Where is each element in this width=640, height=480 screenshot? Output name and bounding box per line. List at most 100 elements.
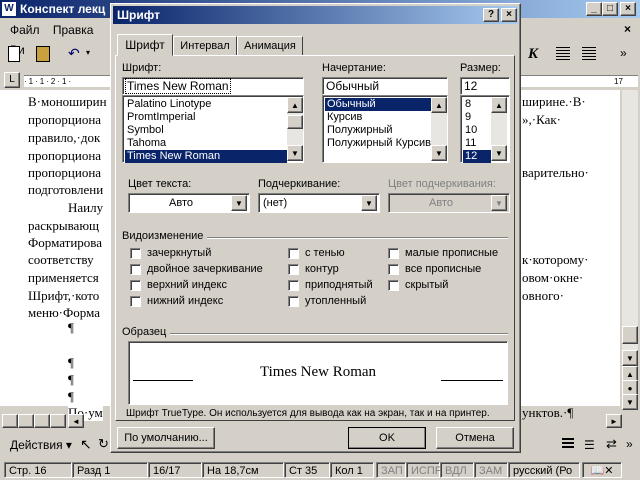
align-center-icon[interactable]	[582, 47, 596, 61]
style-list-scroll-down[interactable]: ▼	[431, 145, 447, 161]
style-list-scrollbar[interactable]: ▲ ▼	[431, 97, 447, 161]
paragraph-mark: ¶	[68, 355, 74, 370]
checkbox-shadow[interactable]	[288, 247, 299, 259]
rotate-icon[interactable]: ↻	[98, 436, 109, 452]
scroll-thumb[interactable]	[622, 326, 638, 344]
dash-style-icon[interactable]: ☰	[584, 438, 595, 452]
checkbox-emboss[interactable]	[288, 279, 299, 291]
font-name-input[interactable]: Times New Roman	[122, 77, 304, 95]
checkbox-superscript[interactable]	[130, 279, 141, 291]
tab-animation[interactable]: Анимация	[237, 36, 303, 56]
size-list-item-selected[interactable]: 12	[463, 150, 491, 163]
default-button[interactable]: По умолчанию...	[117, 427, 215, 449]
style-list-scroll-up[interactable]: ▲	[431, 97, 447, 113]
checkbox-hidden[interactable]	[388, 279, 399, 291]
effect-emboss[interactable]: приподнятый	[288, 279, 373, 291]
font-list-item[interactable]: Palatino Linotype	[125, 98, 303, 111]
status-extend[interactable]: ВДЛ	[440, 462, 474, 478]
style-list[interactable]: Обычный Курсив Полужирный Полужирный Кур…	[322, 95, 448, 163]
font-list-item-selected[interactable]: Times New Roman	[125, 150, 287, 163]
font-list-item[interactable]: Symbol	[125, 124, 303, 137]
scroll-left-button[interactable]: ◄	[68, 414, 84, 428]
help-button[interactable]: ?	[483, 8, 499, 22]
undo-icon[interactable]: ↶	[68, 45, 80, 62]
tab-font[interactable]: Шрифт	[117, 34, 173, 56]
checkbox-outline[interactable]	[288, 263, 299, 275]
spelling-status-icon[interactable]: 📖✕	[582, 462, 622, 478]
size-list-scroll-down[interactable]: ▼	[491, 145, 507, 161]
checkbox-subscript[interactable]	[130, 295, 141, 307]
font-list-item[interactable]: Tahoma	[125, 137, 303, 150]
effect-engrave[interactable]: утопленный	[288, 295, 366, 307]
toolbar-more-icon[interactable]: »	[620, 46, 627, 60]
normal-view-icon[interactable]	[2, 414, 18, 428]
next-page-button[interactable]: ▼	[622, 394, 638, 410]
effect-subscript[interactable]: нижний индекс	[130, 295, 223, 307]
checkbox-strikethrough[interactable]	[130, 247, 141, 259]
font-list-scroll-thumb[interactable]	[287, 115, 303, 129]
style-list-item[interactable]: Курсив	[325, 111, 447, 124]
effect-shadow[interactable]: с тенью	[288, 247, 345, 259]
underline-dropdown-icon[interactable]: ▼	[361, 195, 377, 211]
draw-more-icon[interactable]: »	[626, 437, 633, 451]
checkbox-all-caps[interactable]	[388, 263, 399, 275]
word-minimize-button[interactable]: _	[586, 2, 602, 16]
style-input[interactable]: Обычный	[322, 77, 448, 95]
status-overtype[interactable]: ЗАМ	[474, 462, 508, 478]
checkbox-double-strikethrough[interactable]	[130, 263, 141, 275]
status-track-changes[interactable]: ИСПР	[406, 462, 442, 478]
size-list-scrollbar[interactable]: ▲ ▼	[491, 97, 507, 161]
font-list-scroll-down[interactable]: ▼	[287, 145, 303, 161]
scroll-down-button[interactable]: ▼	[622, 350, 638, 366]
style-list-item[interactable]: Полужирный	[325, 124, 447, 137]
checkbox-label: двойное зачеркивание	[147, 263, 263, 275]
tab-selector[interactable]: L	[4, 72, 20, 88]
outline-view-icon[interactable]	[50, 414, 66, 428]
status-language[interactable]: русский (Ро	[508, 462, 580, 478]
size-input[interactable]: 12	[460, 77, 510, 95]
effect-strikethrough[interactable]: зачеркнутый	[130, 247, 211, 259]
checkbox-engrave[interactable]	[288, 295, 299, 307]
size-list[interactable]: 8 9 10 11 12 ▲ ▼	[460, 95, 510, 163]
text-color-dropdown-icon[interactable]: ▼	[231, 195, 247, 211]
status-record[interactable]: ЗАП	[376, 462, 406, 478]
drawing-actions-menu[interactable]: Действия ▾	[10, 438, 72, 452]
print-layout-icon[interactable]	[34, 414, 50, 428]
effect-double-strikethrough[interactable]: двойное зачеркивание	[130, 263, 263, 275]
paste-icon[interactable]	[36, 46, 50, 62]
style-list-item[interactable]: Полужирный Курсив	[325, 137, 447, 150]
tab-spacing[interactable]: Интервал	[173, 36, 237, 56]
arrow-style-icon[interactable]: ⇄	[606, 436, 617, 452]
font-name-list[interactable]: Palatino Linotype PromtImperial Symbol T…	[122, 95, 304, 163]
size-list-scroll-up[interactable]: ▲	[491, 97, 507, 113]
web-view-icon[interactable]	[18, 414, 34, 428]
effect-small-caps[interactable]: малые прописные	[388, 247, 498, 259]
cancel-button[interactable]: Отмена	[436, 427, 514, 449]
italic-icon[interactable]: K	[528, 46, 538, 63]
underline-select[interactable]: (нет) ▼	[258, 193, 380, 213]
new-document-icon[interactable]	[8, 46, 20, 62]
font-list-scrollbar[interactable]: ▲ ▼	[287, 97, 303, 161]
text-color-select[interactable]: Авто ▼	[128, 193, 250, 213]
word-close-button[interactable]: ×	[620, 2, 636, 16]
style-list-item-selected[interactable]: Обычный	[325, 98, 431, 111]
font-list-item[interactable]: PromtImperial	[125, 111, 303, 124]
select-objects-icon[interactable]: ↖	[80, 436, 92, 453]
doc-close-x-icon[interactable]: ×	[624, 22, 631, 36]
scroll-right-button[interactable]: ►	[606, 414, 622, 428]
ok-button[interactable]: OK	[348, 427, 426, 449]
font-list-scroll-up[interactable]: ▲	[287, 97, 303, 113]
dialog-close-button[interactable]: ×	[501, 8, 517, 22]
menu-file[interactable]: Файл	[10, 23, 40, 37]
effect-superscript[interactable]: верхний индекс	[130, 279, 227, 291]
menu-edit[interactable]: Правка	[53, 23, 94, 37]
align-left-icon[interactable]	[556, 47, 570, 61]
effect-outline[interactable]: контур	[288, 263, 339, 275]
word-maximize-button[interactable]: □	[602, 2, 618, 16]
undo-dropdown-icon[interactable]: ▾	[86, 48, 90, 57]
checkbox-small-caps[interactable]	[388, 247, 399, 259]
effect-all-caps[interactable]: все прописные	[388, 263, 481, 275]
effect-hidden[interactable]: скрытый	[388, 279, 448, 291]
doc-vertical-scrollbar[interactable]: ▼ ▲ ● ▼	[622, 90, 638, 410]
line-style-icon[interactable]	[562, 438, 574, 450]
